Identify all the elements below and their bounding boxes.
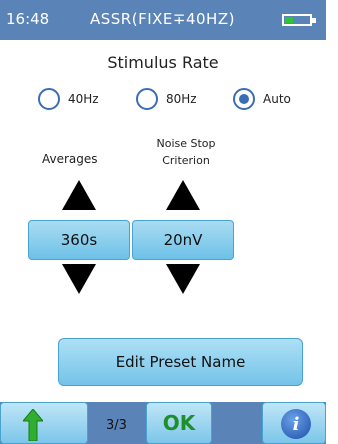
info-button[interactable]: i: [262, 402, 326, 444]
noise-stop-decrease-arrow-icon[interactable]: [166, 264, 200, 294]
averages-label: Averages: [42, 152, 98, 166]
right-margin: [326, 0, 338, 444]
noise-stop-label-line1: Noise Stop: [156, 137, 216, 150]
radio-dot: [239, 94, 249, 104]
radio-40hz[interactable]: 40Hz: [38, 86, 99, 112]
radio-selected-icon[interactable]: [233, 88, 255, 110]
averages-value: 360s: [60, 231, 98, 249]
ok-button[interactable]: OK: [146, 402, 212, 444]
battery-icon: [282, 14, 316, 26]
noise-stop-value-box[interactable]: 20nV: [132, 220, 234, 260]
status-time: 16:48: [6, 10, 50, 28]
ok-label: OK: [162, 411, 196, 435]
green-up-arrow-icon: [23, 409, 43, 441]
averages-decrease-arrow-icon[interactable]: [62, 264, 96, 294]
averages-increase-arrow-icon[interactable]: [62, 180, 96, 210]
status-mode: ASSR(FIXE∓40HZ): [90, 10, 235, 28]
radio-auto-label: Auto: [263, 92, 291, 106]
radio-80hz-label: 80Hz: [166, 92, 197, 106]
averages-value-box[interactable]: 360s: [28, 220, 130, 260]
stimulus-rate-title: Stimulus Rate: [107, 53, 219, 72]
info-icon: i: [281, 409, 311, 439]
radio-auto[interactable]: Auto: [233, 86, 291, 112]
noise-stop-label: Noise Stop Criterion: [146, 135, 226, 169]
device-screen: 16:48 ASSR(FIXE∓40HZ) Stimulus Rate 40Hz…: [0, 0, 326, 444]
noise-stop-value: 20nV: [163, 231, 203, 249]
noise-stop-label-line2: Criterion: [162, 154, 210, 167]
radio-circle-icon[interactable]: [136, 88, 158, 110]
radio-80hz[interactable]: 80Hz: [136, 86, 197, 112]
radio-40hz-label: 40Hz: [68, 92, 99, 106]
edit-preset-name-button[interactable]: Edit Preset Name: [58, 338, 303, 386]
radio-circle-icon[interactable]: [38, 88, 60, 110]
status-bar: 16:48 ASSR(FIXE∓40HZ): [0, 0, 326, 40]
back-button[interactable]: [0, 402, 88, 444]
page-indicator: 3/3: [106, 418, 127, 433]
edit-preset-name-label: Edit Preset Name: [115, 353, 246, 371]
battery-fill: [285, 17, 293, 23]
battery-nub: [312, 18, 316, 23]
info-icon-label: i: [292, 413, 300, 435]
noise-stop-increase-arrow-icon[interactable]: [166, 180, 200, 210]
